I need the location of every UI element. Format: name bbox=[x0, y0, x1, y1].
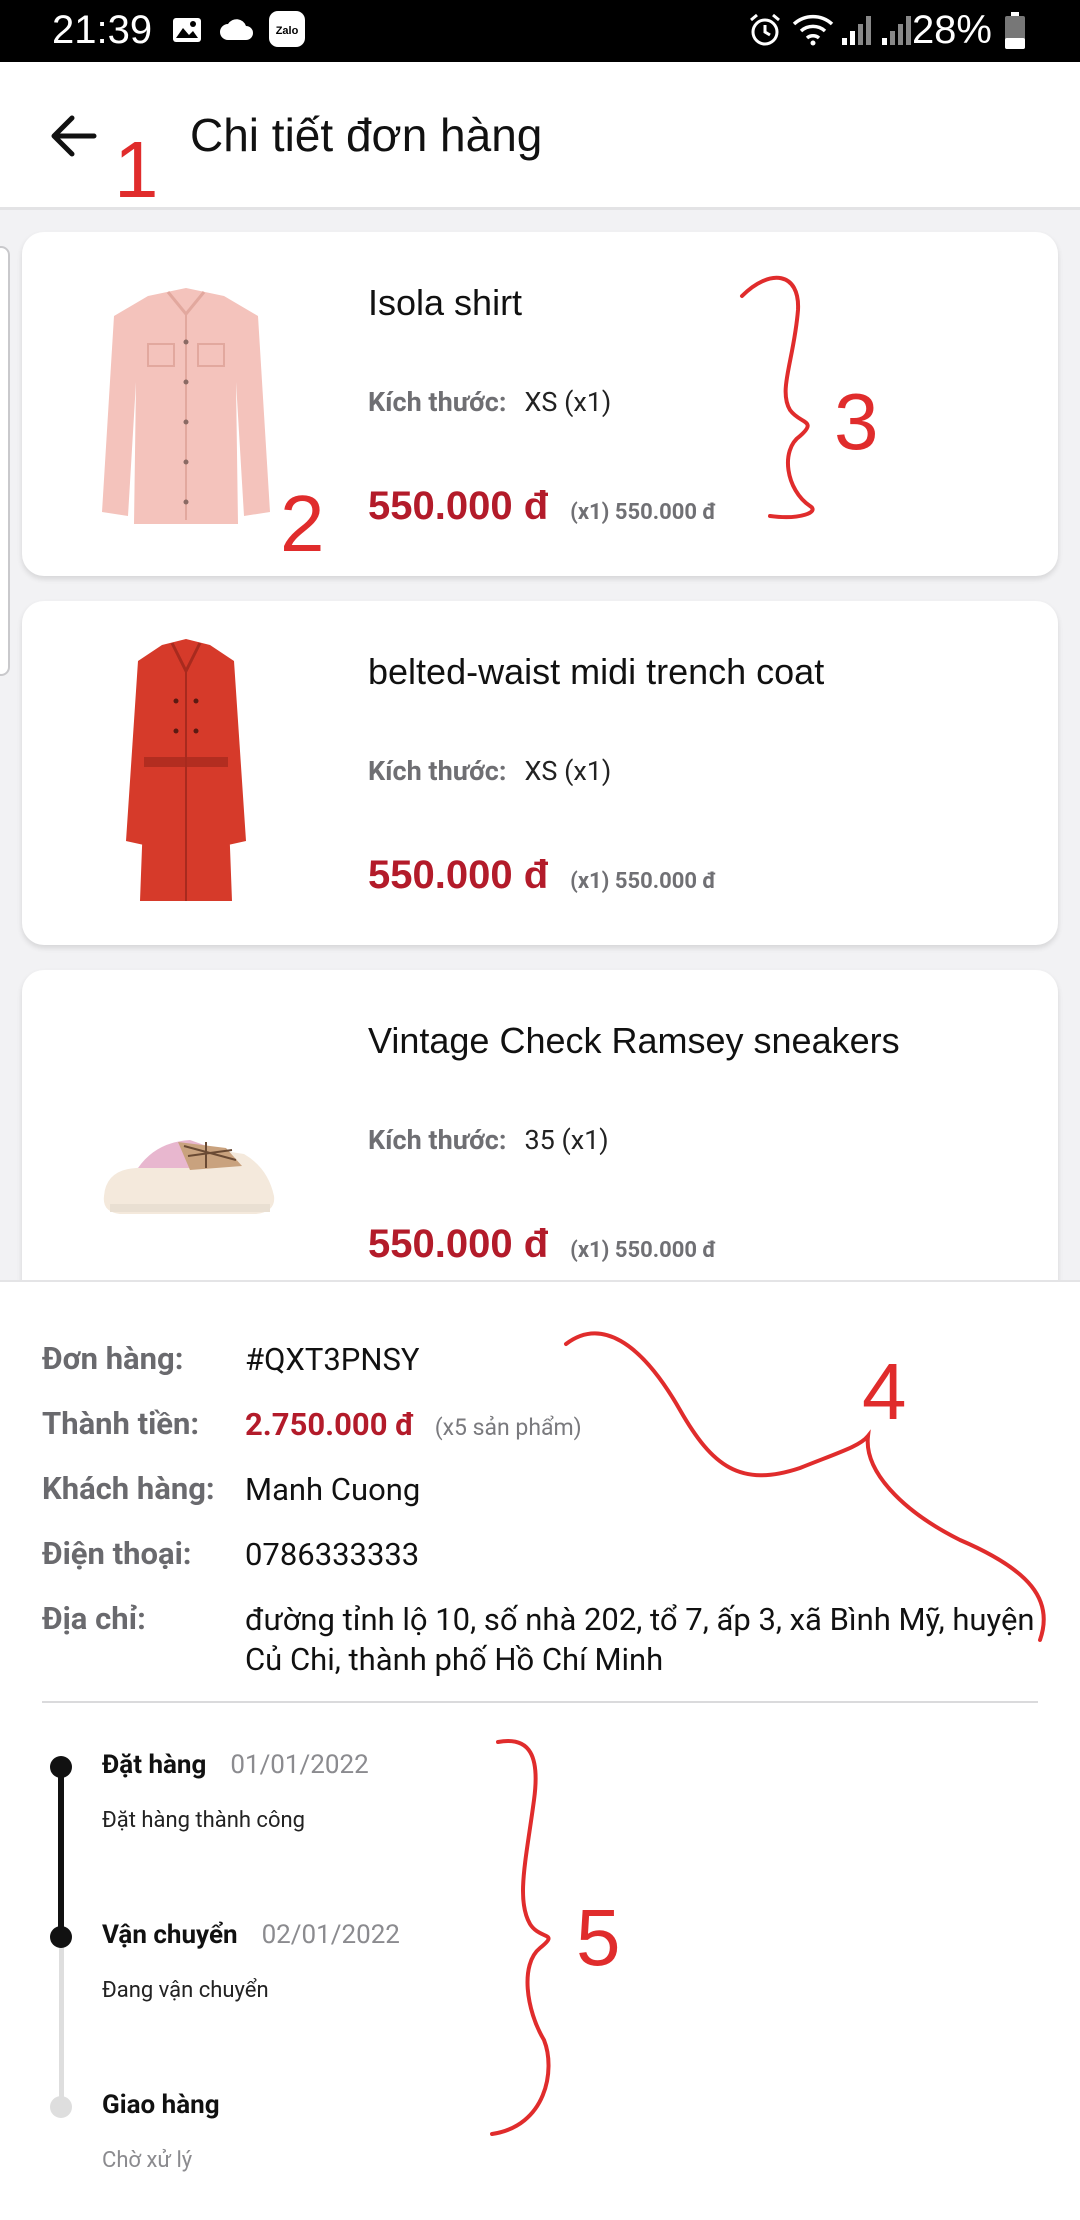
product-name: belted-waist midi trench coat bbox=[368, 651, 825, 692]
order-id: #QXT3PNSY bbox=[245, 1341, 420, 1378]
timeline-line-done bbox=[58, 1767, 64, 1937]
divider bbox=[42, 1701, 1038, 1703]
size-label: Kích thước: bbox=[368, 386, 507, 418]
size-value: 35 (x1) bbox=[524, 1124, 609, 1156]
annotation-number: 3 bbox=[834, 377, 879, 466]
price-note: (x1) 550.000 đ bbox=[570, 869, 717, 894]
back-arrow-icon[interactable] bbox=[46, 108, 102, 164]
product-card[interactable]: Isola shirt Kích thước: XS (x1) 550.000 đ… bbox=[22, 232, 1058, 576]
price-note: (x1) 550.000 đ bbox=[570, 1238, 717, 1263]
size-value: XS (x1) bbox=[524, 755, 612, 787]
step-description: Đặt hàng thành công bbox=[102, 1808, 305, 1833]
product-card[interactable]: Vintage Check Ramsey sneakers Kích thước… bbox=[22, 970, 1058, 1280]
timeline-step-ordered: Đặt hàng 01/01/2022 Đặt hàng thành công bbox=[102, 1750, 369, 1833]
size-label: Kích thước: bbox=[368, 755, 507, 787]
product-image-shirt bbox=[102, 288, 270, 524]
annotation-number: 4 bbox=[862, 1347, 907, 1436]
customer-label: Khách hàng: bbox=[42, 1470, 215, 1507]
product-list[interactable]: Isola shirt Kích thước: XS (x1) 550.000 đ… bbox=[0, 210, 1080, 1280]
timeline-line-pending bbox=[59, 1937, 64, 2107]
wifi-icon bbox=[792, 14, 834, 46]
annotation-number: 5 bbox=[576, 1893, 621, 1982]
step-name: Vận chuyển bbox=[102, 1920, 238, 1950]
phone-number: 0786333333 bbox=[245, 1536, 420, 1573]
size-row: Kích thước: XS (x1) bbox=[368, 386, 611, 418]
battery-icon bbox=[1005, 12, 1025, 49]
product-name: Isola shirt bbox=[368, 282, 523, 323]
annotation-number: 1 bbox=[114, 125, 159, 214]
image-icon bbox=[173, 18, 201, 42]
total-value-wrap: 2.750.000 đ (x5 sản phẩm) bbox=[245, 1405, 1065, 1448]
address-text: đường tỉnh lộ 10, số nhà 202, tổ 7, ấp 3… bbox=[245, 1601, 1035, 1678]
customer-name: Manh Cuong bbox=[245, 1471, 421, 1508]
price-row: 550.000 đ (x1) 550.000 đ bbox=[368, 1222, 716, 1267]
price-note: (x1) 550.000 đ bbox=[570, 500, 717, 525]
product-price: 550.000 đ bbox=[368, 853, 549, 897]
step-date: 02/01/2022 bbox=[261, 1920, 400, 1950]
step-name: Giao hàng bbox=[102, 2090, 220, 2120]
status-bar: 21:39 Zalo 28% bbox=[0, 0, 1080, 62]
price-row: 550.000 đ (x1) 550.000 đ bbox=[368, 484, 716, 529]
zalo-icon: Zalo bbox=[269, 11, 305, 47]
app-bar: Chi tiết đơn hàng bbox=[0, 62, 1080, 210]
battery-percent: 28% bbox=[911, 8, 992, 52]
size-row: Kích thước: XS (x1) bbox=[368, 755, 611, 787]
total-label: Thành tiền: bbox=[42, 1405, 200, 1442]
signal-icon bbox=[882, 16, 911, 45]
size-row: Kích thước: 35 (x1) bbox=[368, 1124, 609, 1156]
timeline-dot-current bbox=[50, 1926, 72, 1948]
svg-text:Zalo: Zalo bbox=[276, 25, 299, 37]
product-price: 550.000 đ bbox=[368, 1222, 549, 1266]
annotation-number: 2 bbox=[280, 479, 325, 568]
phone-label: Điện thoại: bbox=[42, 1535, 192, 1572]
item-count-note: (x5 sản phẩm) bbox=[434, 1414, 582, 1441]
status-time: 21:39 bbox=[52, 8, 153, 52]
product-image-trench-coat bbox=[126, 639, 246, 901]
size-value: XS (x1) bbox=[524, 386, 612, 418]
step-description: Đang vận chuyển bbox=[102, 1978, 269, 2003]
product-card[interactable]: belted-waist midi trench coat Kích thước… bbox=[22, 601, 1058, 945]
alarm-icon bbox=[750, 13, 780, 46]
price-row: 550.000 đ (x1) 550.000 đ bbox=[368, 853, 716, 898]
product-name: Vintage Check Ramsey sneakers bbox=[368, 1020, 900, 1061]
page-title: Chi tiết đơn hàng bbox=[190, 109, 543, 161]
size-label: Kích thước: bbox=[368, 1124, 507, 1156]
step-description: Chờ xử lý bbox=[102, 2148, 193, 2173]
order-summary: Đơn hàng: #QXT3PNSY Thành tiền: 2.750.00… bbox=[0, 1280, 1080, 2220]
timeline-step-delivery: Giao hàng Chờ xử lý bbox=[102, 2090, 220, 2173]
total-amount: 2.750.000 đ bbox=[245, 1406, 415, 1443]
side-panel-edge bbox=[0, 246, 10, 676]
timeline-dot-pending bbox=[50, 2096, 72, 2118]
order-label: Đơn hàng: bbox=[42, 1340, 184, 1377]
timeline-step-shipping: Vận chuyển 02/01/2022 Đang vận chuyển bbox=[102, 1920, 400, 2003]
step-date: 01/01/2022 bbox=[230, 1750, 369, 1780]
address-label: Địa chỉ: bbox=[42, 1600, 146, 1637]
step-name: Đặt hàng bbox=[102, 1750, 207, 1780]
cloud-icon bbox=[220, 19, 253, 40]
product-image-sneakers bbox=[103, 1140, 275, 1214]
timeline-dot-done bbox=[50, 1756, 72, 1778]
product-price: 550.000 đ bbox=[368, 484, 549, 528]
signal-icon bbox=[842, 16, 871, 45]
